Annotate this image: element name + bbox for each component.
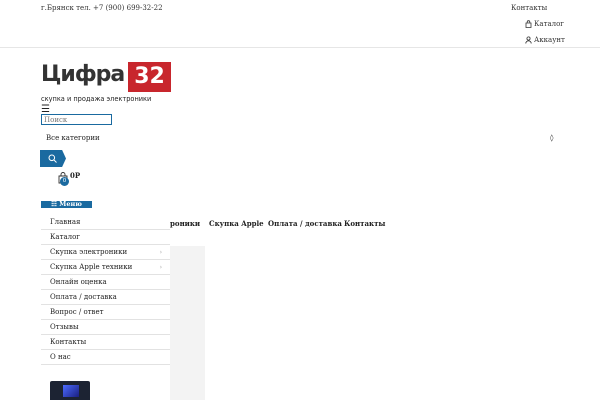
header-divider [0,47,600,48]
catalog-label: Каталог [534,20,564,28]
menu-item-label: Онлайн оценка [50,278,107,286]
category-select-arrow-icon[interactable]: ◊ [550,134,553,142]
menu-item-label: Скупка электроники [50,248,128,256]
menu-item[interactable]: Онлайн оценка [41,275,170,290]
logo-text: Цифра [41,62,125,87]
category-select[interactable]: Все категории [46,134,100,142]
search-icon [48,154,57,163]
logo[interactable]: Цифра 32 скупка и продажа электроники [41,62,171,108]
city-phone: г.Брянск тел. +7 (900) 699-32-22 [41,4,163,12]
chevron-right-icon: › [159,249,162,256]
menu-item[interactable]: Оплата / доставка [41,290,170,305]
search-button[interactable] [40,150,66,167]
menu-item[interactable]: Отзывы [41,320,170,335]
menu-item[interactable]: Контакты [41,335,170,350]
chevron-right-icon: › [159,264,162,271]
nav-payment[interactable]: Оплата / доставка [268,219,342,228]
search-input[interactable] [41,114,112,125]
content-background [170,246,205,400]
menu-item[interactable]: Скупка электроники › [41,245,170,260]
menu-item[interactable]: Главная [41,215,170,230]
logo-subtitle: скупка и продажа электроники [41,95,152,103]
menu-item-label: Скупка Apple техники [50,263,133,271]
nav-apple[interactable]: Скупка Apple [209,219,264,228]
logo-number: 32 [128,62,171,92]
user-icon [525,36,532,44]
menu-item-label: Оплата / доставка [50,293,117,301]
menu-item[interactable]: Каталог [41,230,170,245]
cart-count-badge: 0 [60,177,69,186]
menu-item-label: О нас [50,353,71,361]
account-label: Аккаунт [534,36,565,44]
nav-electronics[interactable]: роники [170,219,200,228]
dropdown-menu: Главная Каталог Скупка электроники › Скупка … [41,215,170,365]
nav-contacts[interactable]: Контакты [344,219,385,228]
menu-button[interactable]: ☷ Меню [41,201,92,208]
menu-item-label: Главная [50,218,81,226]
menu-item-label: Каталог [50,233,80,241]
bag-icon [525,20,532,28]
menu-item[interactable]: Вопрос / ответ [41,305,170,320]
top-contacts-link[interactable]: Контакты [511,4,547,12]
cart-total[interactable]: 0Р [70,171,80,180]
menu-item-label: Отзывы [50,323,79,331]
menu-item[interactable]: О нас [41,350,170,365]
menu-item[interactable]: Скупка Apple техники › [41,260,170,275]
menu-item-label: Вопрос / ответ [50,308,104,316]
menu-item-label: Контакты [50,338,87,346]
product-thumbnail-screen [63,385,79,397]
